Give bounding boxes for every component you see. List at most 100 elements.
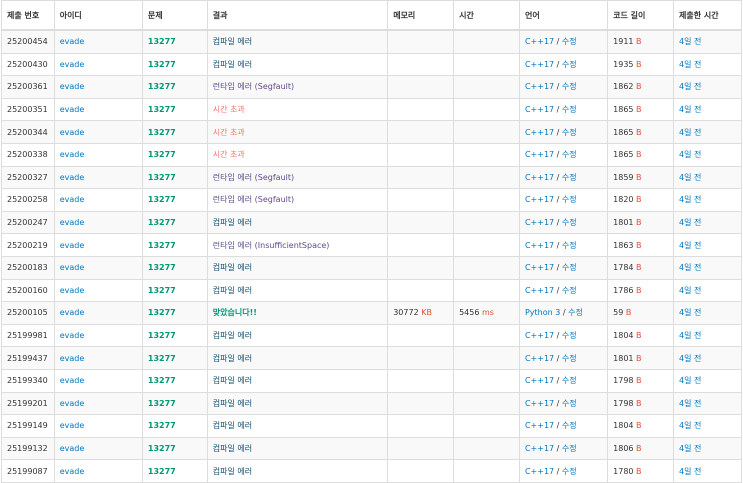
edit-link[interactable]: 수정 (562, 150, 577, 159)
user-link[interactable]: evade (60, 354, 85, 363)
submitted-at-link[interactable]: 4일 전 (679, 218, 701, 227)
language-link[interactable]: C++17 (525, 173, 554, 182)
language-link[interactable]: C++17 (525, 286, 554, 295)
user-link[interactable]: evade (60, 195, 85, 204)
problem-link[interactable]: 13277 (148, 60, 176, 69)
user-link[interactable]: evade (60, 60, 85, 69)
language-link[interactable]: C++17 (525, 444, 554, 453)
edit-link[interactable]: 수정 (562, 60, 577, 69)
language-link[interactable]: C++17 (525, 105, 554, 114)
user-link[interactable]: evade (60, 241, 85, 250)
problem-link[interactable]: 13277 (148, 399, 176, 408)
submitted-at-link[interactable]: 4일 전 (679, 286, 701, 295)
language-link[interactable]: C++17 (525, 82, 554, 91)
edit-link[interactable]: 수정 (562, 241, 577, 250)
edit-link[interactable]: 수정 (562, 128, 577, 137)
language-link[interactable]: C++17 (525, 263, 554, 272)
language-link[interactable]: C++17 (525, 37, 554, 46)
submitted-at-link[interactable]: 4일 전 (679, 331, 701, 340)
user-link[interactable]: evade (60, 308, 85, 317)
language-link[interactable]: C++17 (525, 354, 554, 363)
language-link[interactable]: C++17 (525, 399, 554, 408)
user-link[interactable]: evade (60, 467, 85, 476)
problem-link[interactable]: 13277 (148, 82, 176, 91)
language-link[interactable]: C++17 (525, 467, 554, 476)
edit-link[interactable]: 수정 (562, 286, 577, 295)
user-link[interactable]: evade (60, 37, 85, 46)
submitted-at-link[interactable]: 4일 전 (679, 105, 701, 114)
language-link[interactable]: C++17 (525, 376, 554, 385)
submitted-at-link[interactable]: 4일 전 (679, 82, 701, 91)
problem-link[interactable]: 13277 (148, 263, 176, 272)
submitted-at-link[interactable]: 4일 전 (679, 354, 701, 363)
problem-link[interactable]: 13277 (148, 421, 176, 430)
user-link[interactable]: evade (60, 263, 85, 272)
submitted-at-link[interactable]: 4일 전 (679, 195, 701, 204)
user-link[interactable]: evade (60, 173, 85, 182)
user-link[interactable]: evade (60, 331, 85, 340)
user-link[interactable]: evade (60, 82, 85, 91)
language-link[interactable]: C++17 (525, 241, 554, 250)
submitted-at-link[interactable]: 4일 전 (679, 308, 701, 317)
edit-link[interactable]: 수정 (562, 467, 577, 476)
user-link[interactable]: evade (60, 376, 85, 385)
user-link[interactable]: evade (60, 105, 85, 114)
problem-link[interactable]: 13277 (148, 467, 176, 476)
language-link[interactable]: C++17 (525, 128, 554, 137)
user-link[interactable]: evade (60, 399, 85, 408)
edit-link[interactable]: 수정 (562, 354, 577, 363)
submitted-at-link[interactable]: 4일 전 (679, 467, 701, 476)
problem-link[interactable]: 13277 (148, 444, 176, 453)
edit-link[interactable]: 수정 (562, 218, 577, 227)
submitted-at-link[interactable]: 4일 전 (679, 241, 701, 250)
submitted-at-link[interactable]: 4일 전 (679, 150, 701, 159)
problem-link[interactable]: 13277 (148, 308, 176, 317)
problem-link[interactable]: 13277 (148, 286, 176, 295)
problem-link[interactable]: 13277 (148, 195, 176, 204)
submitted-at-link[interactable]: 4일 전 (679, 399, 701, 408)
edit-link[interactable]: 수정 (562, 105, 577, 114)
edit-link[interactable]: 수정 (562, 376, 577, 385)
submitted-at-link[interactable]: 4일 전 (679, 263, 701, 272)
language-link[interactable]: C++17 (525, 60, 554, 69)
problem-link[interactable]: 13277 (148, 105, 176, 114)
edit-link[interactable]: 수정 (562, 399, 577, 408)
edit-link[interactable]: 수정 (562, 195, 577, 204)
problem-link[interactable]: 13277 (148, 354, 176, 363)
language-link[interactable]: C++17 (525, 421, 554, 430)
edit-link[interactable]: 수정 (562, 37, 577, 46)
problem-link[interactable]: 13277 (148, 331, 176, 340)
language-link[interactable]: Python 3 (525, 308, 560, 317)
problem-link[interactable]: 13277 (148, 150, 176, 159)
submitted-at-link[interactable]: 4일 전 (679, 376, 701, 385)
edit-link[interactable]: 수정 (562, 331, 577, 340)
problem-link[interactable]: 13277 (148, 376, 176, 385)
user-link[interactable]: evade (60, 150, 85, 159)
problem-link[interactable]: 13277 (148, 173, 176, 182)
user-link[interactable]: evade (60, 286, 85, 295)
problem-link[interactable]: 13277 (148, 128, 176, 137)
edit-link[interactable]: 수정 (562, 82, 577, 91)
user-link[interactable]: evade (60, 444, 85, 453)
user-link[interactable]: evade (60, 128, 85, 137)
language-link[interactable]: C++17 (525, 218, 554, 227)
problem-link[interactable]: 13277 (148, 37, 176, 46)
edit-link[interactable]: 수정 (562, 444, 577, 453)
edit-link[interactable]: 수정 (562, 173, 577, 182)
submitted-at-link[interactable]: 4일 전 (679, 421, 701, 430)
problem-link[interactable]: 13277 (148, 241, 176, 250)
edit-link[interactable]: 수정 (562, 263, 577, 272)
language-link[interactable]: C++17 (525, 195, 554, 204)
edit-link[interactable]: 수정 (562, 421, 577, 430)
user-link[interactable]: evade (60, 218, 85, 227)
user-link[interactable]: evade (60, 421, 85, 430)
submitted-at-link[interactable]: 4일 전 (679, 60, 701, 69)
submitted-at-link[interactable]: 4일 전 (679, 173, 701, 182)
submitted-at-link[interactable]: 4일 전 (679, 37, 701, 46)
problem-link[interactable]: 13277 (148, 218, 176, 227)
language-link[interactable]: C++17 (525, 331, 554, 340)
edit-link[interactable]: 수정 (568, 308, 583, 317)
language-link[interactable]: C++17 (525, 150, 554, 159)
submitted-at-link[interactable]: 4일 전 (679, 128, 701, 137)
submitted-at-link[interactable]: 4일 전 (679, 444, 701, 453)
